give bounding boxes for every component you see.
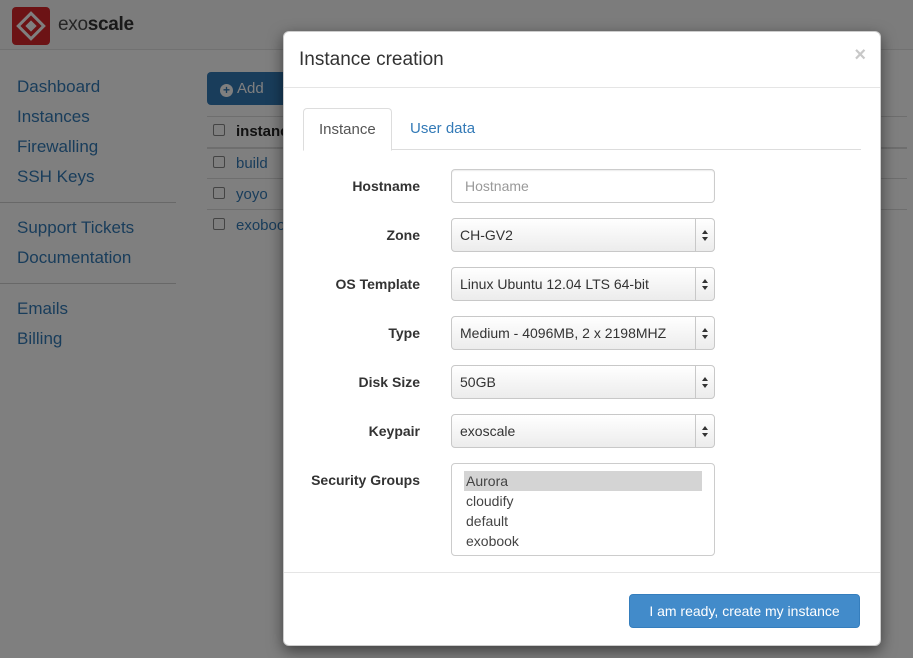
security-group-option[interactable]: cloudify [464, 491, 702, 511]
disk-size-select[interactable]: 50GB [451, 365, 715, 399]
os-template-value: Linux Ubuntu 12.04 LTS 64-bit [460, 276, 649, 292]
type-value: Medium - 4096MB, 2 x 2198MHZ [460, 325, 667, 341]
security-group-option[interactable]: default [464, 511, 702, 531]
zone-select[interactable]: CH-GV2 [451, 218, 715, 252]
type-select[interactable]: Medium - 4096MB, 2 x 2198MHZ [451, 316, 715, 350]
instance-creation-modal: Instance creation × Instance User data H… [283, 31, 881, 646]
zone-label: Zone [386, 227, 420, 243]
zone-value: CH-GV2 [460, 227, 513, 243]
select-arrows-icon [695, 317, 714, 349]
type-label: Type [388, 325, 420, 341]
close-icon[interactable]: × [854, 45, 866, 65]
tab-instance[interactable]: Instance [303, 108, 392, 151]
disk-size-label: Disk Size [358, 374, 420, 390]
security-group-option[interactable]: exobook [464, 531, 702, 551]
hostname-input[interactable]: Hostname [451, 169, 715, 203]
hostname-label: Hostname [352, 178, 420, 194]
os-template-select[interactable]: Linux Ubuntu 12.04 LTS 64-bit [451, 267, 715, 301]
security-group-option[interactable]: Aurora [464, 471, 702, 491]
modal-footer: I am ready, create my instance [284, 572, 880, 646]
modal-tabs: Instance User data [303, 108, 861, 151]
modal-header: Instance creation × [284, 32, 880, 88]
disk-size-value: 50GB [460, 374, 496, 390]
select-arrows-icon [695, 415, 714, 447]
security-groups-label: Security Groups [311, 472, 420, 488]
os-template-label: OS Template [335, 276, 420, 292]
select-arrows-icon [695, 219, 714, 251]
keypair-label: Keypair [368, 423, 420, 439]
hostname-placeholder: Hostname [465, 178, 529, 194]
keypair-select[interactable]: exoscale [451, 414, 715, 448]
tab-user-data[interactable]: User data [395, 108, 490, 150]
create-instance-button[interactable]: I am ready, create my instance [629, 594, 860, 628]
modal-title: Instance creation [299, 49, 444, 70]
security-groups-multiselect[interactable]: Aurora cloudify default exobook [451, 463, 715, 556]
select-arrows-icon [695, 268, 714, 300]
keypair-value: exoscale [460, 423, 516, 439]
select-arrows-icon [695, 366, 714, 398]
